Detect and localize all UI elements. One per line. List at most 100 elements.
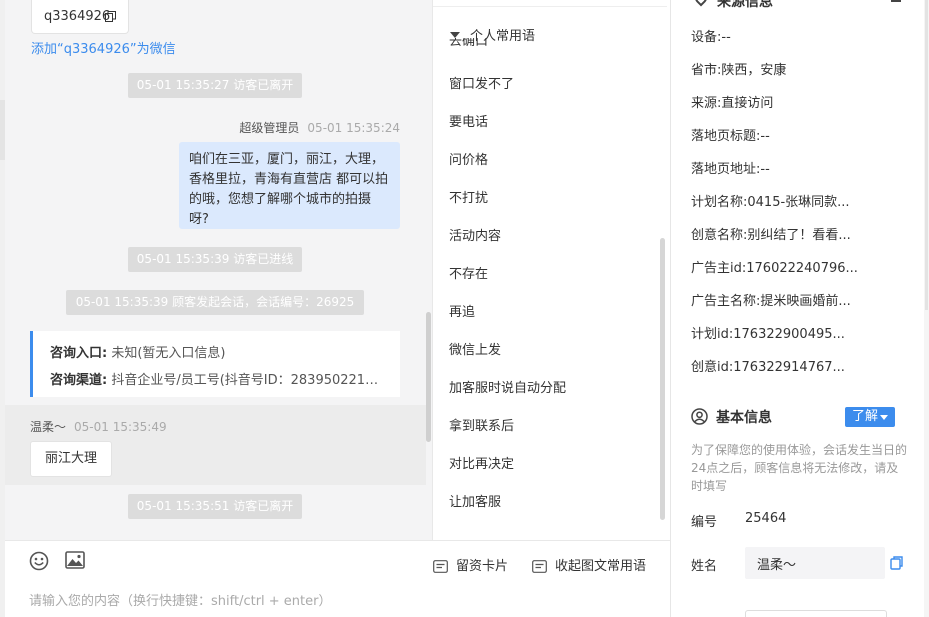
phrase-item[interactable]: 不打扰 [449,187,488,206]
phrase-item[interactable]: 窗口发不了 [449,73,514,92]
number-value: 25464 [745,511,787,526]
phrase-item[interactable]: 加客服时说自动分配 [449,377,566,396]
collapse-phrases-button[interactable]: 收起图文常用语 [532,555,646,574]
phrase-item[interactable]: 拿到联系后 [449,415,514,434]
visitor-message-time: 05-01 15:35:49 [74,420,167,434]
phrase-item[interactable]: 要电话 [449,111,488,130]
info-row-plan-id: 计划id:176322900495... [691,323,906,342]
info-row-device: 设备:-- [691,26,906,45]
info-row-source: 来源:直接访问 [691,92,906,111]
phrase-item[interactable]: 问价格 [449,149,488,168]
info-row-region: 省市:陕西，安康 [691,59,906,78]
consult-entry-label: 咨询入口: [50,346,108,361]
info-value: 176322900495... [733,327,845,342]
message-input[interactable]: 请输入您的内容（换行快捷键：shift/ctrl + enter） [29,590,332,609]
info-row-advertiser-id: 广告主id:176022240796... [691,257,906,276]
name-label: 姓名 [691,559,718,574]
info-value: -- [760,162,770,177]
phrase-item[interactable]: 不存在 [449,263,488,282]
info-row-advertiser-name: 广告主名称:提米映画婚前... [691,290,906,309]
page-scrollbar-thumb[interactable] [925,0,928,310]
location-icon [692,0,710,7]
info-label: 计划id: [691,327,734,342]
info-row-creative-name: 创意名称:别纠结了！看看... [691,224,906,243]
visitor-message-bubble: 丽江大理 [30,441,112,477]
info-value: -- [760,129,770,144]
caret-down-icon [880,415,888,420]
number-label: 编号 [691,515,718,530]
info-label: 设备: [691,30,722,45]
consult-channel-label: 咨询渠道: [50,373,108,388]
image-icon[interactable] [65,551,85,569]
lead-card-label: 留资卡片 [456,559,509,574]
agent-name: 超级管理员 [239,121,300,135]
lead-card-button[interactable]: 留资卡片 [433,555,508,574]
phrase-item[interactable]: 微信上发 [449,339,501,358]
agent-message-bubble: 咱们在三亚，厦门，丽江，大理，香格里拉，青海有直营店 都可以拍的哦，您想了解哪个… [179,142,400,229]
system-message: 05-01 15:35:39 顾客发起会话，会话编号：26925 [66,290,364,315]
info-row-landing-title: 落地页标题:-- [691,125,906,144]
source-info-title: 来源信息 [717,0,773,10]
collapse-phrases-label: 收起图文常用语 [555,559,647,574]
info-value: 提米映画婚前... [760,294,851,309]
system-message: 05-01 15:35:51 访客已离开 [128,494,302,519]
phrase-item[interactable]: 再追 [449,301,475,320]
info-value: 0415-张琳同款... [747,195,850,210]
emoji-icon[interactable] [29,551,49,571]
visitor-sender-line: 温柔～ 05-01 15:35:49 [30,418,167,435]
message-input-area: 留资卡片 收起图文常用语 请输入您的内容（换行快捷键：shift/ctrl + … [5,540,670,617]
info-label: 计划名称: [691,195,748,210]
info-value: -- [721,30,731,45]
card-icon [433,560,448,573]
agent-message-time: 05-01 15:35:24 [307,121,400,135]
phrase-group-header[interactable]: 个人常用语 [450,25,535,44]
visitor-info-panel: 来源信息 设备:-- 省市:陕西，安康 来源:直接访问 落地页标题:-- 落地页… [671,0,924,617]
visitor-name: 温柔～ [30,420,67,434]
phrases-top-divider [433,6,667,7]
collapse-icon[interactable] [891,0,901,2]
name-field[interactable]: 温柔～ [745,547,885,579]
copy-icon[interactable] [890,556,903,570]
message-icon [532,560,547,573]
edit-notice: 为了保障您的使用体验，会话发生当日的24点之后，顾客信息将无法修改，请及时填写 [691,443,908,493]
phrase-item[interactable]: 活动内容 [449,225,501,244]
chat-history-panel[interactable]: q3364926 添加“q3364926”为微信 05-01 15:35:27 … [5,0,432,540]
system-message: 05-01 15:35:39 访客已进线 [128,247,302,272]
chat-scrollbar[interactable] [426,312,431,442]
agent-sender-line: 超级管理员 05-01 15:35:24 [239,119,400,136]
chat-workspace: q3364926 添加“q3364926”为微信 05-01 15:35:27 … [0,0,929,617]
info-label: 落地页地址: [691,162,761,177]
next-field[interactable] [745,610,887,617]
user-circle-icon [691,408,708,425]
consult-info-card: 咨询入口: 未知(暂无入口信息) 咨询渠道: 抖音企业号/员工号(抖音号ID：2… [30,331,400,397]
consult-entry-value: 未知(暂无入口信息) [111,346,226,361]
phrases-scrollbar[interactable] [660,238,665,520]
info-row-plan-name: 计划名称:0415-张琳同款... [691,191,906,210]
info-label: 落地页标题: [691,129,761,144]
caret-down-icon [450,32,460,38]
copy-icon[interactable] [105,11,116,22]
info-label: 广告主名称: [691,294,761,309]
info-label: 创意名称: [691,228,748,243]
info-label: 广告主id: [691,261,747,276]
learn-more-button[interactable]: 了解 [845,407,895,427]
info-row-creative-id: 创意id:176322914767... [691,356,906,375]
consult-channel-value: 抖音企业号/员工号(抖音号ID：283950221… [111,373,379,388]
basic-info-title-text: 基本信息 [716,410,772,426]
learn-more-label: 了解 [852,409,879,424]
phrase-item[interactable]: 对比再决定 [449,453,514,472]
info-value: 陕西，安康 [721,63,787,78]
phrase-item[interactable]: 让加客服 [449,491,501,510]
info-value: 176022240796... [746,261,858,276]
phrases-panel: 去确口 个人常用语 窗口发不了 要电话 问价格 不打扰 活动内容 不存在 再追 … [432,0,670,540]
info-value: 别纠结了！看看... [747,228,851,243]
info-label: 省市: [691,63,722,78]
visitor-id-box[interactable]: q3364926 [31,0,129,34]
info-label: 创意id: [691,360,734,375]
page-scrollbar[interactable] [924,0,929,617]
system-message: 05-01 15:35:27 访客已离开 [128,73,302,98]
info-value: 直接访问 [721,96,774,111]
add-wechat-link[interactable]: 添加“q3364926”为微信 [31,38,176,57]
phrase-group-title: 个人常用语 [470,29,536,44]
basic-info-title: 基本信息 [691,407,772,427]
